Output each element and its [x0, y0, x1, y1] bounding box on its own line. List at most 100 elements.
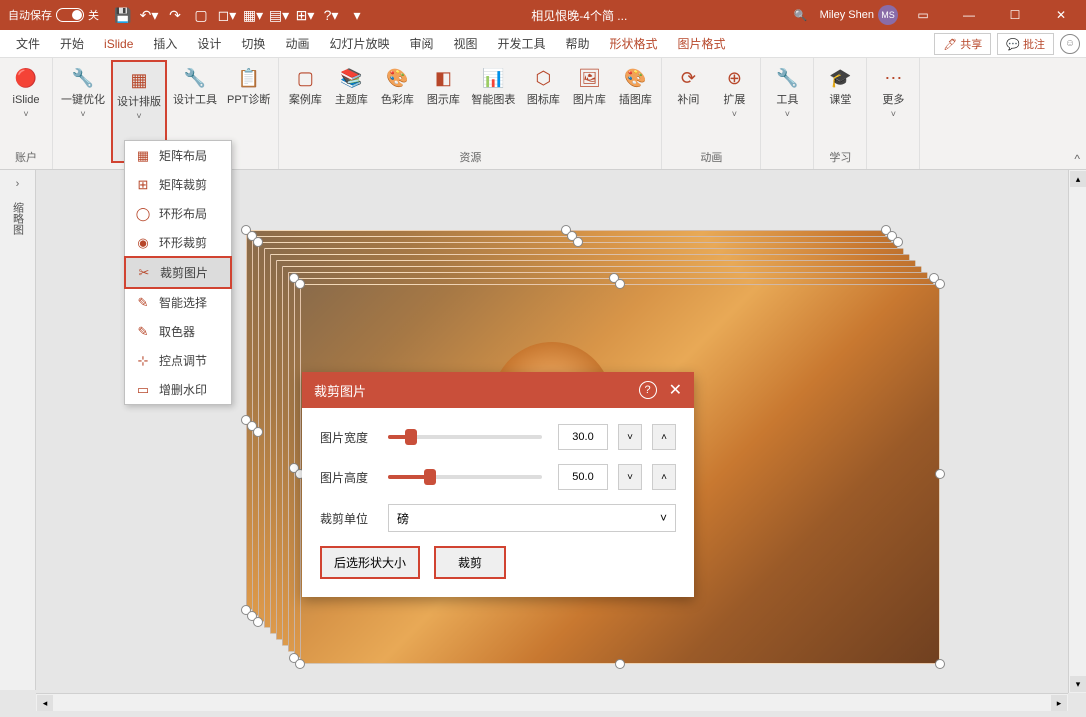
selection-handle[interactable]	[573, 237, 583, 247]
selection-handle[interactable]	[253, 427, 263, 437]
menu-tabs: 文件 开始 iSlide 插入 设计 切换 动画 幻灯片放映 审阅 视图 开发工…	[0, 30, 1086, 58]
comment-button[interactable]: 💬 批注	[997, 33, 1054, 55]
tab-view[interactable]: 视图	[443, 30, 487, 58]
thumbnail-pane-collapsed[interactable]: › 缩略图	[0, 170, 36, 690]
ribbon-工具-button[interactable]: 🔧工具˅	[765, 60, 809, 163]
horizontal-scrollbar[interactable]: ◂ ▸	[36, 693, 1068, 711]
scroll-right-icon[interactable]: ▸	[1051, 695, 1067, 711]
width-step-down-icon[interactable]: ˅	[618, 424, 642, 450]
width-step-up-icon[interactable]: ˄	[652, 424, 676, 450]
ribbon-图片库-button[interactable]: 🖼图片库	[567, 60, 611, 147]
ribbon-案例库-button[interactable]: ▢案例库	[283, 60, 327, 147]
selection-handle[interactable]	[615, 659, 625, 669]
tab-shape-format[interactable]: 形状格式	[600, 30, 668, 58]
tab-file[interactable]: 文件	[6, 30, 50, 58]
tab-transition[interactable]: 切换	[231, 30, 275, 58]
collapse-ribbon-icon[interactable]: ^	[1074, 152, 1080, 166]
layout-dropdown-icon[interactable]: ▤▾	[267, 3, 291, 27]
close-icon[interactable]: ✕	[1040, 0, 1082, 30]
ribbon-更多-button[interactable]: ⋯更多˅	[871, 60, 915, 163]
help-dropdown-icon[interactable]: ?▾	[319, 3, 343, 27]
ribbon-色彩库-button[interactable]: 🎨色彩库	[375, 60, 419, 147]
ribbon-补间-button[interactable]: ⟳补间	[666, 60, 710, 147]
dropdown-wand[interactable]: ✎智能选择	[125, 288, 231, 317]
redo-icon[interactable]: ↷	[163, 3, 187, 27]
selection-handle[interactable]	[615, 279, 625, 289]
height-step-down-icon[interactable]: ˅	[618, 464, 642, 490]
share-button[interactable]: 🖊 共享	[934, 33, 991, 55]
crop-button[interactable]: 裁剪	[434, 546, 506, 579]
tab-slideshow[interactable]: 幻灯片放映	[319, 30, 399, 58]
tab-dev[interactable]: 开发工具	[488, 30, 556, 58]
expand-icon[interactable]: ›	[16, 178, 20, 190]
dropdown-watermark[interactable]: ▭增删水印	[125, 375, 231, 404]
height-input[interactable]	[558, 464, 608, 490]
dropdown-grid-crop[interactable]: ⊞矩阵裁剪	[125, 170, 231, 199]
minimize-icon[interactable]: —	[948, 0, 990, 30]
selection-handle[interactable]	[935, 469, 945, 479]
shape-dropdown-icon[interactable]: ◻▾	[215, 3, 239, 27]
dialog-close-icon[interactable]: ✕	[669, 380, 682, 400]
selection-handle[interactable]	[253, 617, 263, 627]
scroll-left-icon[interactable]: ◂	[37, 695, 53, 711]
dropdown-ring[interactable]: ◯环形布局	[125, 199, 231, 228]
save-icon[interactable]: 💾	[111, 3, 135, 27]
scroll-down-icon[interactable]: ▾	[1070, 676, 1086, 692]
tab-help[interactable]: 帮助	[556, 30, 600, 58]
width-input[interactable]	[558, 424, 608, 450]
selection-handle[interactable]	[253, 237, 263, 247]
ribbon-btn-label: 一键优化	[61, 94, 105, 107]
autosave-toggle[interactable]: 自动保存 关	[0, 7, 107, 23]
selection-handle[interactable]	[295, 659, 305, 669]
selection-handle[interactable]	[295, 279, 305, 289]
tab-animation[interactable]: 动画	[275, 30, 319, 58]
ribbon-display-icon[interactable]: ▭	[902, 0, 944, 30]
qat-overflow-icon[interactable]: ▾	[345, 3, 369, 27]
from-beginning-icon[interactable]: ▢	[189, 3, 213, 27]
align-dropdown-icon[interactable]: ⊞▾	[293, 3, 317, 27]
height-slider[interactable]	[388, 475, 542, 479]
ribbon-主题库-button[interactable]: 📚主题库	[329, 60, 373, 147]
dropdown-dropper[interactable]: ✎取色器	[125, 317, 231, 346]
dropdown-nodes[interactable]: ⊹控点调节	[125, 346, 231, 375]
tab-design[interactable]: 设计	[187, 30, 231, 58]
tab-home[interactable]: 开始	[50, 30, 94, 58]
tab-review[interactable]: 审阅	[399, 30, 443, 58]
feedback-icon[interactable]: ☺	[1060, 34, 1080, 54]
vertical-scrollbar[interactable]: ▴ ▾	[1068, 170, 1086, 693]
selection-handle[interactable]	[893, 237, 903, 247]
task-dropdown-icon[interactable]: ▦▾	[241, 3, 265, 27]
undo-icon[interactable]: ↶▾	[137, 3, 161, 27]
height-step-up-icon[interactable]: ˄	[652, 464, 676, 490]
unit-select[interactable]: 磅 ˅	[388, 504, 676, 532]
match-last-shape-button[interactable]: 后选形状大小	[320, 546, 420, 579]
dropdown-item-label: 矩阵裁剪	[159, 176, 207, 193]
width-slider[interactable]	[388, 435, 542, 439]
selection-handle[interactable]	[935, 279, 945, 289]
search-icon[interactable]: 🔍	[786, 9, 816, 22]
ribbon-智能图表-button[interactable]: 📊智能图表	[467, 60, 519, 147]
dropdown-crop[interactable]: ✂裁剪图片	[124, 256, 232, 289]
ribbon-图示库-button[interactable]: ◧图示库	[421, 60, 465, 147]
tab-picture-format[interactable]: 图片格式	[668, 30, 736, 58]
ribbon-扩展-button[interactable]: ⊕扩展˅	[712, 60, 756, 147]
tab-insert[interactable]: 插入	[143, 30, 187, 58]
scroll-up-icon[interactable]: ▴	[1070, 171, 1086, 187]
dropdown-ring-crop[interactable]: ◉环形裁剪	[125, 228, 231, 257]
ribbon-插图库-button[interactable]: 🎨插图库	[613, 60, 657, 147]
ribbon-iSlide-button[interactable]: 🔴iSlide˅	[4, 60, 48, 147]
dialog-help-icon[interactable]: ?	[639, 381, 657, 399]
selection-handle[interactable]	[935, 659, 945, 669]
ribbon-一键优化-button[interactable]: 🔧一键优化˅	[57, 60, 109, 163]
dialog-titlebar[interactable]: 裁剪图片 ? ✕	[302, 372, 694, 408]
height-label: 图片高度	[320, 469, 378, 486]
ribbon-图标库-button[interactable]: ⬡图标库	[521, 60, 565, 147]
unit-label: 裁剪单位	[320, 510, 378, 527]
maximize-icon[interactable]: ☐	[994, 0, 1036, 30]
chevron-down-icon: ˅	[891, 109, 896, 119]
dropdown-grid[interactable]: ▦矩阵布局	[125, 141, 231, 170]
user-avatar[interactable]: MS	[878, 5, 898, 25]
ribbon-icon: ▦	[125, 66, 153, 94]
tab-islide[interactable]: iSlide	[94, 30, 143, 58]
ribbon-课堂-button[interactable]: 🎓课堂	[818, 60, 862, 147]
